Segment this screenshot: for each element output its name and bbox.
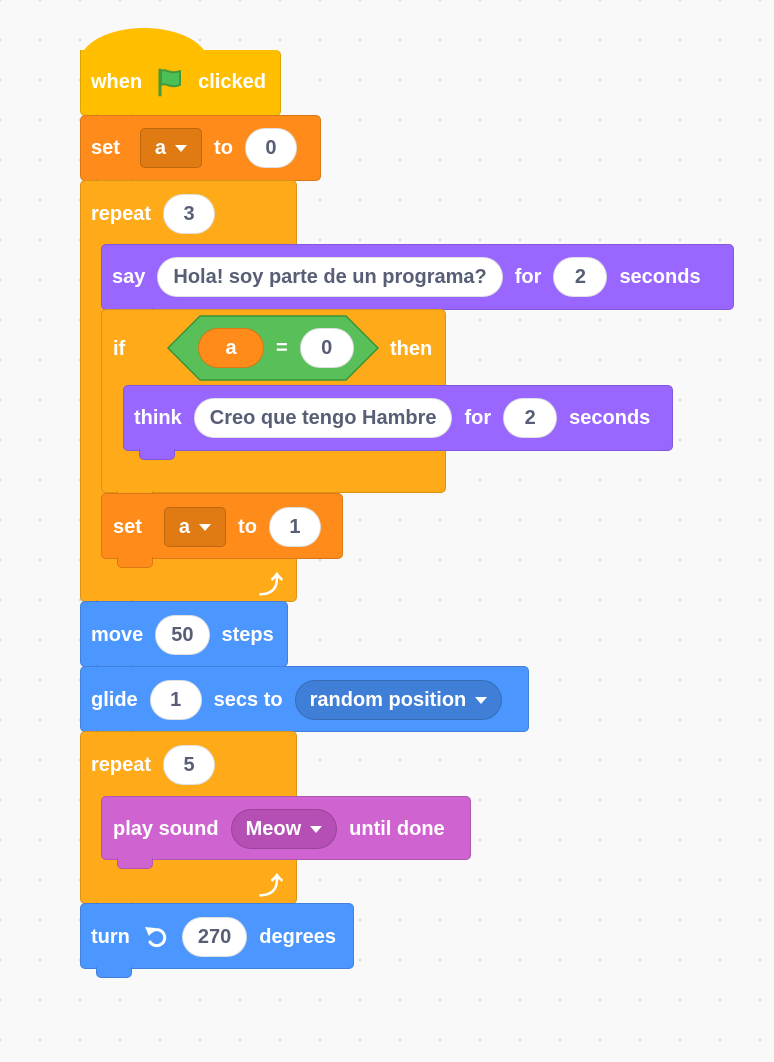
- loop-arrow-icon: ⤴: [259, 572, 283, 599]
- say-for-seconds-block[interactable]: say Hola! soy parte de un programa? for …: [101, 244, 734, 319]
- glide-seconds-input[interactable]: 1: [149, 680, 202, 720]
- condition-value-input[interactable]: 0: [299, 328, 354, 368]
- rotate-left-icon: [144, 927, 167, 948]
- think-label: think: [134, 406, 182, 429]
- variable-dropdown[interactable]: a: [139, 128, 203, 168]
- caret-down-icon: [199, 523, 212, 531]
- repeat-count-input[interactable]: 5: [163, 745, 216, 785]
- when-label: when: [91, 70, 143, 93]
- move-label: move: [91, 623, 144, 646]
- to-label: to: [214, 136, 233, 159]
- variable-name: a: [154, 136, 167, 159]
- think-seconds-input[interactable]: 2: [503, 398, 558, 438]
- loop-arrow-icon: ⤴: [259, 873, 283, 900]
- caret-down-icon: [175, 144, 188, 152]
- glide-target-dropdown[interactable]: random position: [294, 680, 503, 720]
- set-variable-block-2[interactable]: set a to 1: [101, 493, 343, 568]
- set-label: set: [113, 515, 142, 538]
- to-label: to: [238, 515, 257, 538]
- secs-to-label: secs to: [213, 688, 283, 711]
- move-steps-block[interactable]: move 50 steps: [80, 601, 288, 676]
- set-variable-block[interactable]: set a to 0: [80, 115, 321, 190]
- turn-left-block[interactable]: turn 270 degrees: [80, 903, 354, 978]
- equals-label: =: [276, 336, 288, 359]
- play-sound-until-done-block[interactable]: play sound Meow until done: [101, 796, 471, 869]
- say-label: say: [112, 265, 146, 288]
- glide-block[interactable]: glide 1 secs to random position: [80, 666, 529, 741]
- set-label: set: [91, 136, 120, 159]
- think-for-seconds-block[interactable]: think Creo que tengo Hambre for 2 second…: [123, 385, 673, 460]
- repeat-count-input[interactable]: 3: [163, 194, 216, 234]
- repeat-label: repeat: [91, 202, 152, 225]
- if-mouth: [102, 384, 123, 450]
- seconds-label: seconds: [619, 265, 701, 288]
- degrees-label: degrees: [259, 925, 336, 948]
- glide-target-value: random position: [309, 688, 467, 711]
- degrees-input[interactable]: 270: [181, 917, 248, 957]
- seconds-input[interactable]: 2: [553, 257, 608, 297]
- turn-label: turn: [91, 925, 130, 948]
- value-input[interactable]: 0: [244, 128, 297, 168]
- green-flag-icon: [158, 68, 182, 97]
- for-label: for: [514, 265, 542, 288]
- steps-input[interactable]: 50: [155, 615, 210, 655]
- for-label: for: [464, 406, 492, 429]
- repeat-label: repeat: [91, 753, 152, 776]
- sound-name: Meow: [245, 817, 302, 840]
- sound-dropdown[interactable]: Meow: [230, 809, 338, 849]
- when-flag-clicked-block[interactable]: when clicked: [80, 50, 281, 125]
- clicked-label: clicked: [198, 70, 266, 93]
- caret-down-icon: [475, 696, 488, 704]
- if-label: if: [113, 337, 126, 360]
- then-label: then: [390, 337, 433, 360]
- variable-reporter[interactable]: a: [198, 328, 264, 368]
- variable-dropdown[interactable]: a: [163, 507, 227, 547]
- seconds-label: seconds: [569, 406, 651, 429]
- think-message-input[interactable]: Creo que tengo Hambre: [193, 398, 453, 438]
- steps-label: steps: [221, 623, 274, 646]
- caret-down-icon: [310, 825, 323, 833]
- play-sound-label: play sound: [113, 817, 219, 840]
- message-input[interactable]: Hola! soy parte de un programa?: [157, 257, 503, 297]
- glide-label: glide: [91, 688, 138, 711]
- until-done-label: until done: [349, 817, 445, 840]
- value-input[interactable]: 1: [268, 507, 321, 547]
- variable-name: a: [178, 515, 191, 538]
